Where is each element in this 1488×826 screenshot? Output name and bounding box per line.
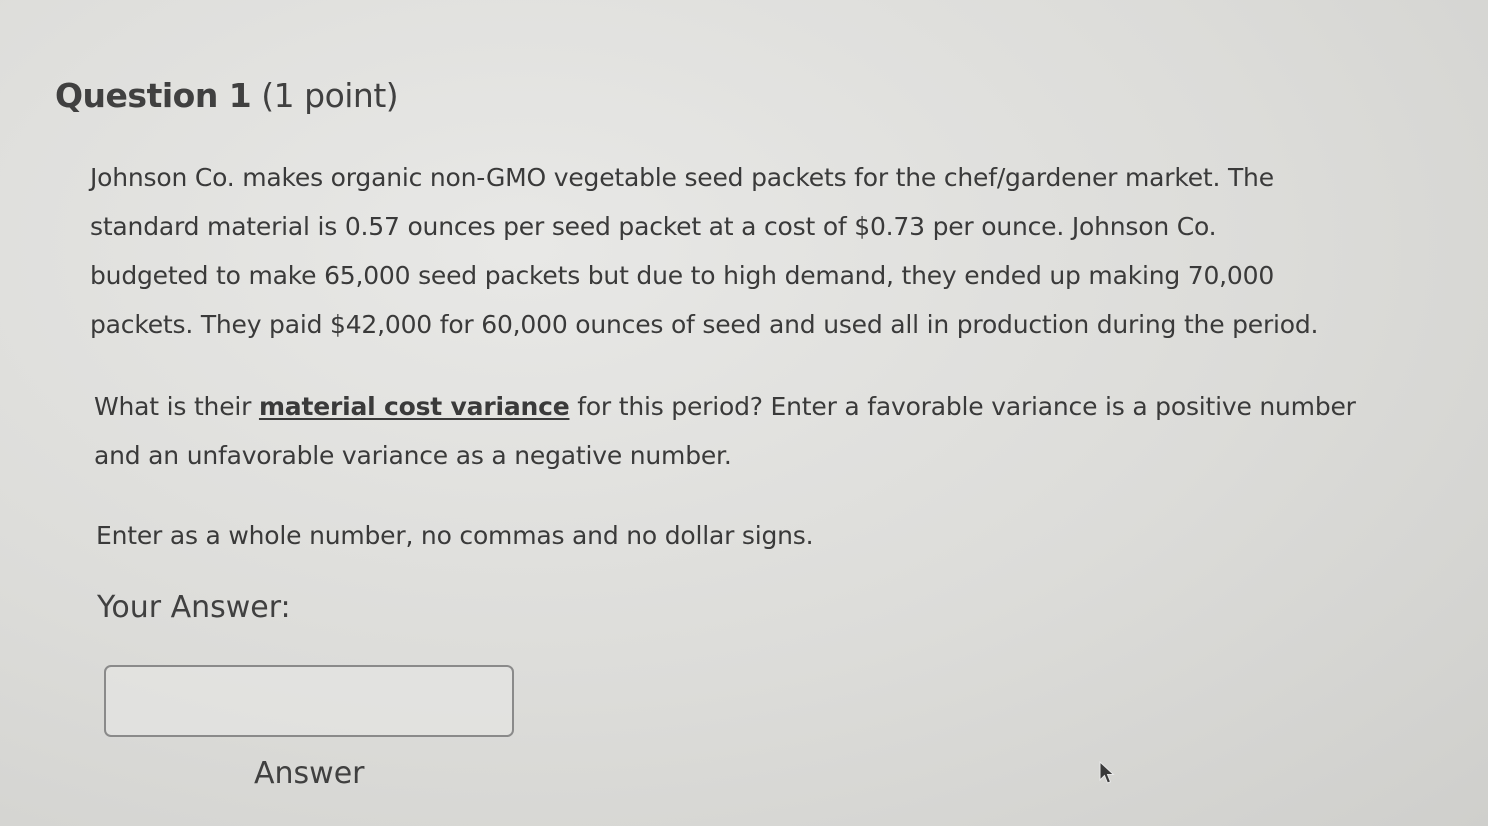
question-label: Question 1 bbox=[55, 76, 252, 115]
prompt-line-2: and an unfavorable variance as a negativ… bbox=[94, 441, 732, 470]
answer-input[interactable] bbox=[104, 665, 514, 737]
question-prompt: What is their material cost variance for… bbox=[94, 382, 1424, 480]
problem-line-3: budgeted to make 65,000 seed packets but… bbox=[90, 261, 1275, 290]
format-instructions: Enter as a whole number, no commas and n… bbox=[96, 521, 814, 550]
question-points: (1 point) bbox=[251, 76, 399, 115]
prompt-line-1: What is their material cost variance for… bbox=[94, 382, 1424, 431]
answer-caption: Answer bbox=[254, 756, 365, 791]
material-cost-variance-term: material cost variance bbox=[258, 392, 570, 421]
problem-line-2: standard material is 0.57 ounces per see… bbox=[90, 212, 1217, 241]
prompt-prefix: What is their bbox=[94, 392, 259, 421]
prompt-suffix: for this period? Enter a favorable varia… bbox=[569, 392, 1356, 421]
problem-line-4: packets. They paid $42,000 for 60,000 ou… bbox=[90, 310, 1319, 339]
problem-line-1: Johnson Co. makes organic non-GMO vegeta… bbox=[90, 163, 1274, 192]
problem-statement: Johnson Co. makes organic non-GMO vegeta… bbox=[90, 153, 1420, 349]
your-answer-label: Your Answer: bbox=[97, 590, 291, 625]
question-title: Question 1 (1 point) bbox=[55, 76, 399, 115]
mouse-pointer-icon bbox=[1099, 760, 1115, 784]
